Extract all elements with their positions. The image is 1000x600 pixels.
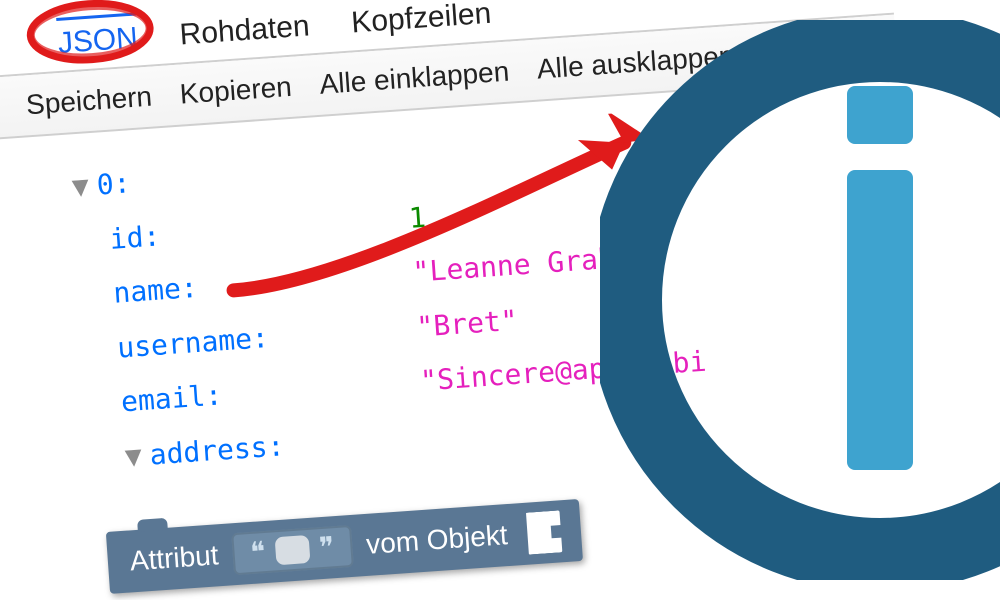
jigsaw-connector-icon (526, 510, 563, 554)
value-id: 1 (407, 190, 428, 246)
key-name: name: (112, 271, 198, 310)
block-label-of-object: vom Objekt (365, 519, 508, 561)
tab-rawdata[interactable]: Rohdaten (179, 9, 311, 56)
copy-button[interactable]: Kopieren (179, 71, 293, 111)
value-username: "Bret" (415, 293, 520, 355)
block-notch-icon (137, 518, 168, 532)
block-string-slot[interactable]: ❝ ❞ (231, 525, 354, 575)
caret-down-icon[interactable]: ▼ (124, 439, 143, 473)
json-tree: ▼0: id: 1 name: "Leanne Graham" username… (0, 64, 1000, 493)
key-root: 0: (96, 166, 132, 201)
block-label-attribute: Attribut (129, 539, 220, 577)
tab-headers[interactable]: Kopfzeilen (350, 0, 492, 44)
stage: JSON Rohdaten Kopfzeilen Speichern Kopie… (0, 0, 1000, 600)
key-username: username: (116, 321, 270, 365)
key-id: id: (109, 219, 162, 255)
key-address: address: (149, 429, 286, 471)
open-quote-icon: ❝ (249, 535, 266, 570)
empty-input-icon[interactable] (274, 535, 310, 565)
key-email: email: (120, 379, 223, 419)
expand-all-button[interactable]: Alle ausklappen (536, 40, 735, 86)
blockly-attribute-block[interactable]: Attribut ❝ ❞ vom Objekt (106, 499, 584, 594)
save-button[interactable]: Speichern (25, 81, 153, 122)
caret-down-icon[interactable]: ▼ (71, 169, 90, 203)
close-quote-icon: ❞ (318, 530, 335, 565)
collapse-all-button[interactable]: Alle einklappen (319, 56, 511, 101)
tilted-panel: JSON Rohdaten Kopfzeilen Speichern Kopie… (0, 0, 1000, 493)
tab-json[interactable]: JSON (56, 12, 139, 64)
